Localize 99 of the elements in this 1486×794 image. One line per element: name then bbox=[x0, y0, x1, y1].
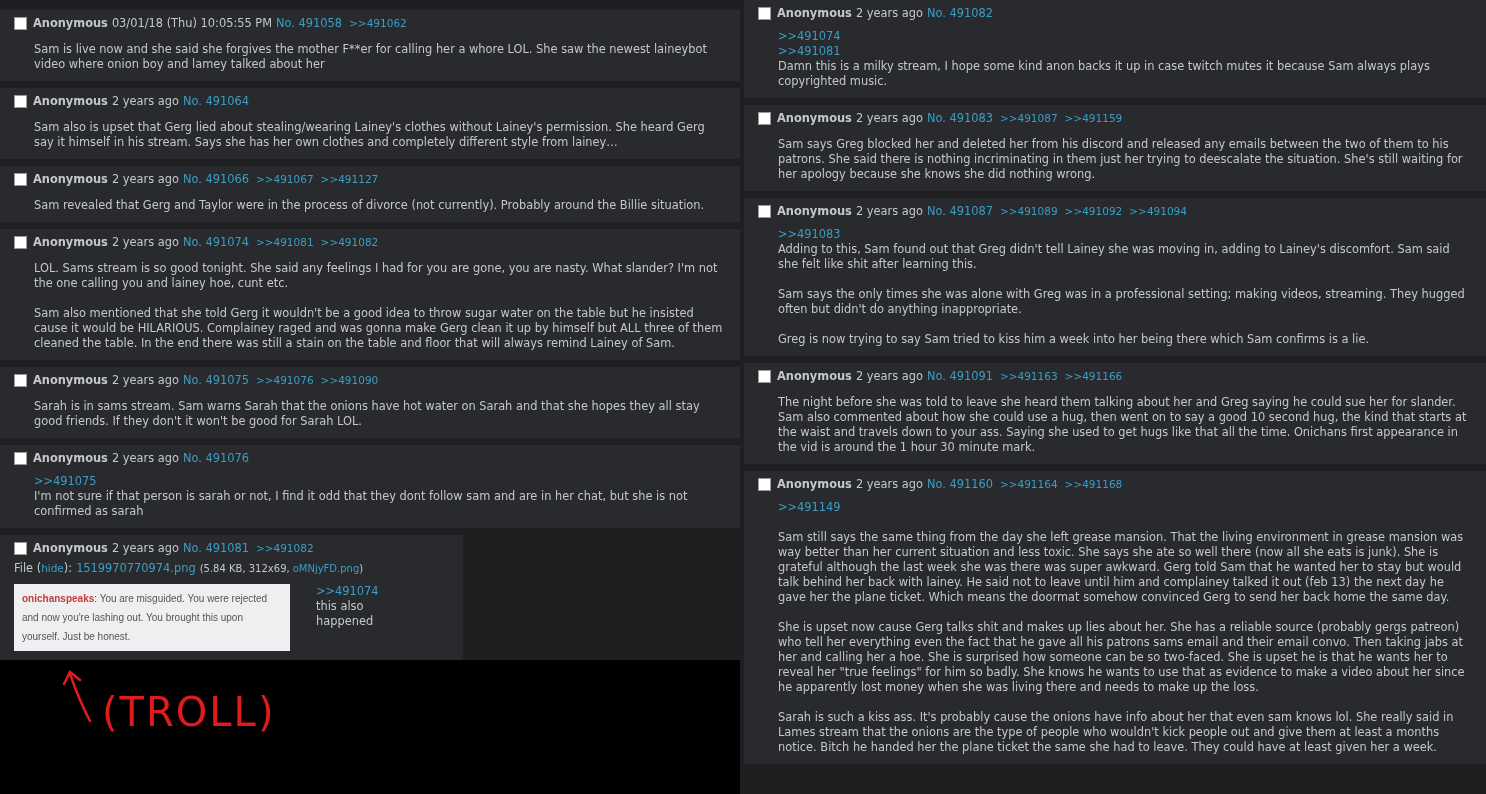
post-checkbox[interactable] bbox=[758, 111, 771, 125]
post-checkbox[interactable] bbox=[758, 369, 771, 383]
poster-name: Anonymous bbox=[33, 540, 108, 556]
post-text: this also happened bbox=[316, 599, 375, 629]
post-number[interactable]: No. 491091 bbox=[926, 368, 993, 384]
backlink[interactable]: >>491076 bbox=[255, 372, 314, 388]
backlink[interactable]: >>491163 bbox=[999, 368, 1058, 384]
backlink[interactable]: >>491087 bbox=[999, 110, 1058, 126]
post-date: 2 years ago bbox=[855, 110, 923, 126]
post-date: 2 years ago bbox=[855, 203, 923, 219]
post-date: 03/01/18 (Thu) 10:05:55 PM bbox=[111, 15, 273, 31]
poster-name: Anonymous bbox=[777, 110, 852, 126]
backlink[interactable]: >>491089 bbox=[999, 203, 1058, 219]
quote-link[interactable]: >>491149 bbox=[778, 500, 841, 515]
post-number[interactable]: No. 491066 bbox=[182, 171, 249, 187]
post-date: 2 years ago bbox=[855, 368, 923, 384]
post-number[interactable]: No. 491076 bbox=[182, 450, 249, 466]
post-checkbox[interactable] bbox=[14, 94, 27, 108]
post-checkbox[interactable] bbox=[14, 373, 27, 387]
post-text: She is upset now cause Gerg talks shit and makes up lies about her. She has a reliable source (probably gergs patreon) who tell her everything even the fact that he gave all his patrons sams email and their email convo. Then taking jabs at her and calling her a hoe. She is surprised how someone can be so two-faced. She is upset he is that he wants her to reveal her "true feelings" for him so badly. She knows he wants to use that as evidence to make a video about her since he apparently lost money when she was living there and needs to make up the loss. bbox=[778, 620, 1466, 695]
backlink[interactable]: >>491062 bbox=[349, 15, 407, 31]
post-date: 2 years ago bbox=[111, 450, 179, 466]
post-text: Sam says Greg blocked her and deleted her from his discord and released any emails between the two of them to his patrons. She said there is nothing incriminating in them just her trying to deescalate the situation. She's still waiting for her apology because she knows she did nothing wrong. bbox=[778, 137, 1464, 182]
poster-name: Anonymous bbox=[777, 203, 852, 219]
post-date: 2 years ago bbox=[855, 5, 923, 21]
hide-link[interactable]: hide bbox=[41, 561, 64, 576]
backlink[interactable]: >>491164 bbox=[999, 476, 1058, 492]
post-text: Sarah is in sams stream. Sam warns Sarah that the onions have hot water on Sarah and that she hopes they all stay good friends. If they don't it won't be good for Sarah LOL. bbox=[34, 399, 701, 429]
post-number[interactable]: No. 491074 bbox=[182, 234, 249, 250]
quote-link[interactable]: >>491074 bbox=[778, 29, 841, 44]
post-date: 2 years ago bbox=[111, 171, 179, 187]
post-checkbox[interactable] bbox=[758, 6, 771, 20]
post-date: 2 years ago bbox=[111, 372, 179, 388]
backlink[interactable]: >>491082 bbox=[255, 540, 314, 556]
post-checkbox[interactable] bbox=[14, 541, 27, 555]
backlink[interactable]: >>491094 bbox=[1129, 203, 1187, 219]
file-info: ) bbox=[359, 562, 364, 576]
post-number[interactable]: No. 491081 bbox=[182, 540, 249, 556]
backlink[interactable]: >>491092 bbox=[1064, 203, 1123, 219]
post-text: Sam also mentioned that she told Gerg it wouldn't be a good idea to throw sugar water on the table but he insisted cause it would be HILARIOUS. Complainey raged and was gonna make Gerg clean it up by himself but ALL three of them cleaned the table. In the end there was still a stain on the table and floor that will always remind Lainey of Sam. bbox=[34, 306, 724, 351]
quote-link[interactable]: >>491074 bbox=[316, 584, 379, 599]
post-checkbox[interactable] bbox=[14, 16, 27, 30]
post-number[interactable]: No. 491160 bbox=[926, 476, 993, 492]
post-text: Damn this is a milky stream, I hope some kind anon backs it up in case twitch mutes it because Sam always plays copyrighted music. bbox=[778, 59, 1431, 89]
poster-name: Anonymous bbox=[33, 93, 108, 109]
file-label: File ( bbox=[14, 561, 42, 576]
post-number[interactable]: No. 491082 bbox=[926, 5, 993, 21]
post-text: Sam revealed that Gerg and Taylor were in the process of divorce (not currently). Probably around the Billie situation. bbox=[34, 198, 706, 213]
quote-link[interactable]: >>491081 bbox=[778, 44, 841, 59]
post-checkbox[interactable] bbox=[14, 172, 27, 186]
post-text: I'm not sure if that person is sarah or not, I find it odd that they dont follow sam and are in her chat, but she is not confirmed as sarah bbox=[34, 489, 689, 519]
chat-screenshot[interactable]: onichanspeaks: You are misguided. You were rejected and now you're lashing out. You brought this upon yourself. Just be honest. bbox=[14, 584, 290, 651]
poster-name: Anonymous bbox=[33, 450, 108, 466]
post-text: The night before she was told to leave she heard them talking about her and Greg saying he could sue her for slander. bbox=[778, 395, 1457, 410]
post-date: 2 years ago bbox=[111, 93, 179, 109]
poster-name: Anonymous bbox=[33, 372, 108, 388]
post-date: 2 years ago bbox=[111, 540, 179, 556]
post-text: Sam also commented about how she could use a hug, then went on to say a good 10 second hug, the kind that starts at the waist and travels down to your ass. Saying she used to get hugs like that all the time. Onichans first appearance in the vid is around the 1 hour 30 minute mark. bbox=[778, 410, 1468, 455]
backlink[interactable]: >>491081 bbox=[255, 234, 314, 250]
post-number[interactable]: No. 491058 bbox=[276, 15, 343, 31]
post-number[interactable]: No. 491087 bbox=[926, 203, 993, 219]
backlink[interactable]: >>491168 bbox=[1064, 476, 1123, 492]
backlink[interactable]: >>491159 bbox=[1064, 110, 1123, 126]
file-link[interactable]: 1519970770974.png bbox=[76, 561, 196, 576]
post-number[interactable]: No. 491083 bbox=[926, 110, 993, 126]
backlink[interactable]: >>491067 bbox=[255, 171, 314, 187]
backlink[interactable]: >>491166 bbox=[1064, 368, 1123, 384]
poster-name: Anonymous bbox=[33, 15, 108, 31]
backlink[interactable]: >>491082 bbox=[320, 234, 379, 250]
post-text: Greg is now trying to say Sam tried to kiss him a week into her being there which Sam confirms is a lie. bbox=[778, 332, 1371, 347]
post-text: LOL. Sams stream is so good tonight. She said any feelings I had for you are gone, you are nasty. What slander? I'm not the one calling you and lainey hoe, cunt etc. bbox=[34, 261, 719, 291]
post-text: Sarah is such a kiss ass. It's probably cause the onions have info about her that even sam knows lol. She really said in Lames stream that the onions are the type of people who wouldn't kick people out and give them at least a months notice. Bitch he handed her the plane ticket the same she had to leave. They could have at least given her a week. bbox=[778, 710, 1455, 755]
chat-message: onichanspeaks: You are misguided. You were rejected and now you're lashing out. You brought this upon yourself. Just be honest. bbox=[22, 592, 269, 644]
file-label: ): bbox=[63, 561, 73, 576]
post-checkbox[interactable] bbox=[14, 451, 27, 465]
poster-name: Anonymous bbox=[33, 234, 108, 250]
post-text: Sam also is upset that Gerg lied about stealing/wearing Lainey's clothes without Lainey's permission. She heard Gerg say it himself in his stream. Says she has her own clothes and completely different style from lainey… bbox=[34, 120, 706, 150]
poster-name: Anonymous bbox=[777, 368, 852, 384]
post-text: Adding to this, Sam found out that Greg didn't tell Lainey she was moving in, adding to Lainey's discomfort. Sam said she felt like shit after learning this. bbox=[778, 242, 1451, 272]
post-text: Sam is live now and she said she forgives the mother F**er for calling her a whore LOL. She saw the newest laineybot video where onion boy and lamey talked about her bbox=[34, 42, 708, 72]
quote-link[interactable]: >>491075 bbox=[34, 474, 97, 489]
poster-name: Anonymous bbox=[33, 171, 108, 187]
post-text: Sam says the only times she was alone with Greg was in a professional setting; making videos, streaming. They hugged often but didn't do anything inappropriate. bbox=[778, 287, 1466, 317]
post-date: 2 years ago bbox=[111, 234, 179, 250]
backlink[interactable]: >>491090 bbox=[320, 372, 379, 388]
poster-name: Anonymous bbox=[777, 476, 852, 492]
original-filename[interactable]: oMNjyFD.png bbox=[292, 561, 360, 576]
post-number[interactable]: No. 491075 bbox=[182, 372, 249, 388]
post-checkbox[interactable] bbox=[758, 204, 771, 218]
post-checkbox[interactable] bbox=[758, 477, 771, 491]
annotation-text: (TROLL) bbox=[102, 688, 276, 737]
file-info: (5.84 KB, 312x69, bbox=[199, 562, 290, 576]
post-number[interactable]: No. 491064 bbox=[182, 93, 249, 109]
post-text: Sam still says the same thing from the day she left grease mansion. That the living environment in grease mansion was way better than her current situation and less toxic. She says she ate so well there (now all she eats is junk). She is grateful although the last week she was there was super awkward. Gerg told Sam that he wanted her to stay but would talk behind her back with lainey. He said not to leave until him and complainey talked it out (feb 13) the next day he gave her the plane ticket. Which means the doormat somehow convinced Gerg to send her back home the same day. bbox=[778, 530, 1465, 605]
post-checkbox[interactable] bbox=[14, 235, 27, 249]
quote-link[interactable]: >>491083 bbox=[778, 227, 841, 242]
poster-name: Anonymous bbox=[777, 5, 852, 21]
post-date: 2 years ago bbox=[855, 476, 923, 492]
backlink[interactable]: >>491127 bbox=[320, 171, 379, 187]
